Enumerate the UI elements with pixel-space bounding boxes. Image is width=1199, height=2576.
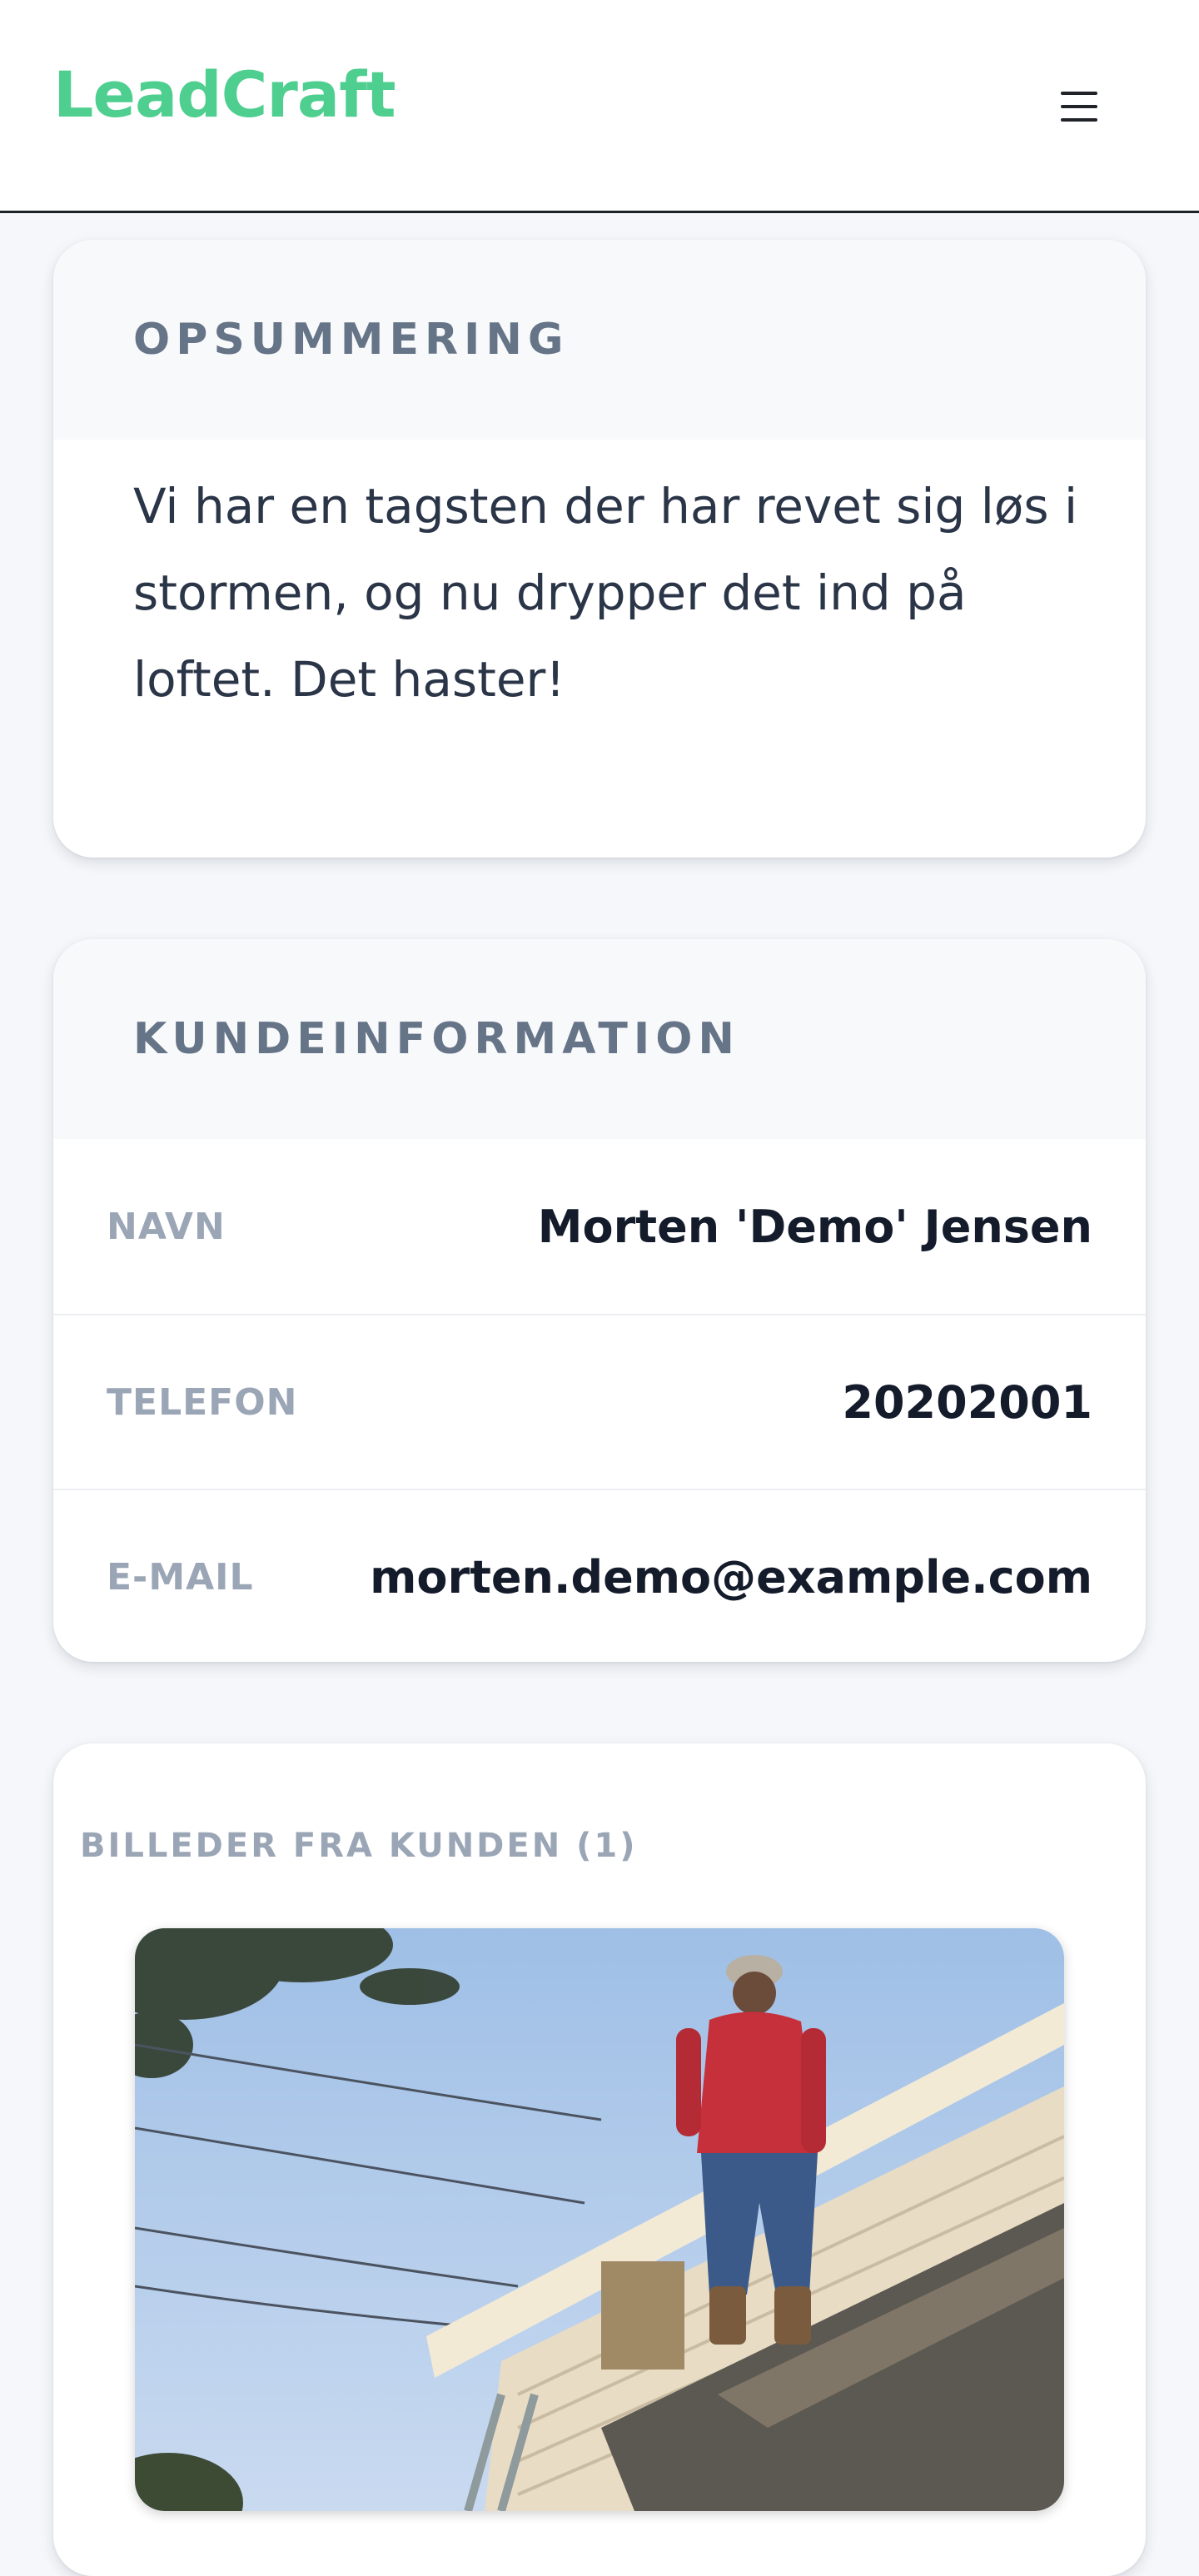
summary-text: Vi har en tagsten der har revet sig løs … xyxy=(133,478,1078,708)
summary-heading: OPSUMMERING xyxy=(133,315,570,365)
phone-value[interactable]: 20202001 xyxy=(842,1376,1092,1429)
top-navigation-bar: LeadCraft xyxy=(0,0,1199,213)
customer-photo-roof-icon xyxy=(135,1928,1064,2511)
customer-info-card: KUNDEINFORMATION NAVN Morten 'Demo' Jens… xyxy=(53,939,1146,1662)
menu-button[interactable] xyxy=(1051,80,1107,133)
phone-label: TELEFON xyxy=(107,1380,298,1424)
customer-info-heading: KUNDEINFORMATION xyxy=(133,1014,740,1064)
info-row-name: NAVN Morten 'Demo' Jensen xyxy=(53,1139,1146,1314)
app-logo[interactable]: LeadCraft xyxy=(53,63,396,127)
name-value: Morten 'Demo' Jensen xyxy=(537,1200,1092,1253)
email-value[interactable]: morten.demo@example.com xyxy=(370,1551,1092,1604)
summary-card: OPSUMMERING Vi har en tagsten der har re… xyxy=(53,240,1146,858)
hamburger-menu-icon xyxy=(1061,92,1097,122)
photos-heading: BILLEDER FRA KUNDEN (1) xyxy=(80,1827,638,1865)
info-row-email: E-MAIL morten.demo@example.com xyxy=(53,1489,1146,1662)
info-row-phone: TELEFON 20202001 xyxy=(53,1314,1146,1489)
email-label: E-MAIL xyxy=(107,1555,254,1599)
summary-card-header: OPSUMMERING xyxy=(53,240,1146,440)
customer-info-header: KUNDEINFORMATION xyxy=(53,939,1146,1139)
customer-photo-thumbnail[interactable] xyxy=(135,1928,1064,2511)
name-label: NAVN xyxy=(107,1205,226,1248)
